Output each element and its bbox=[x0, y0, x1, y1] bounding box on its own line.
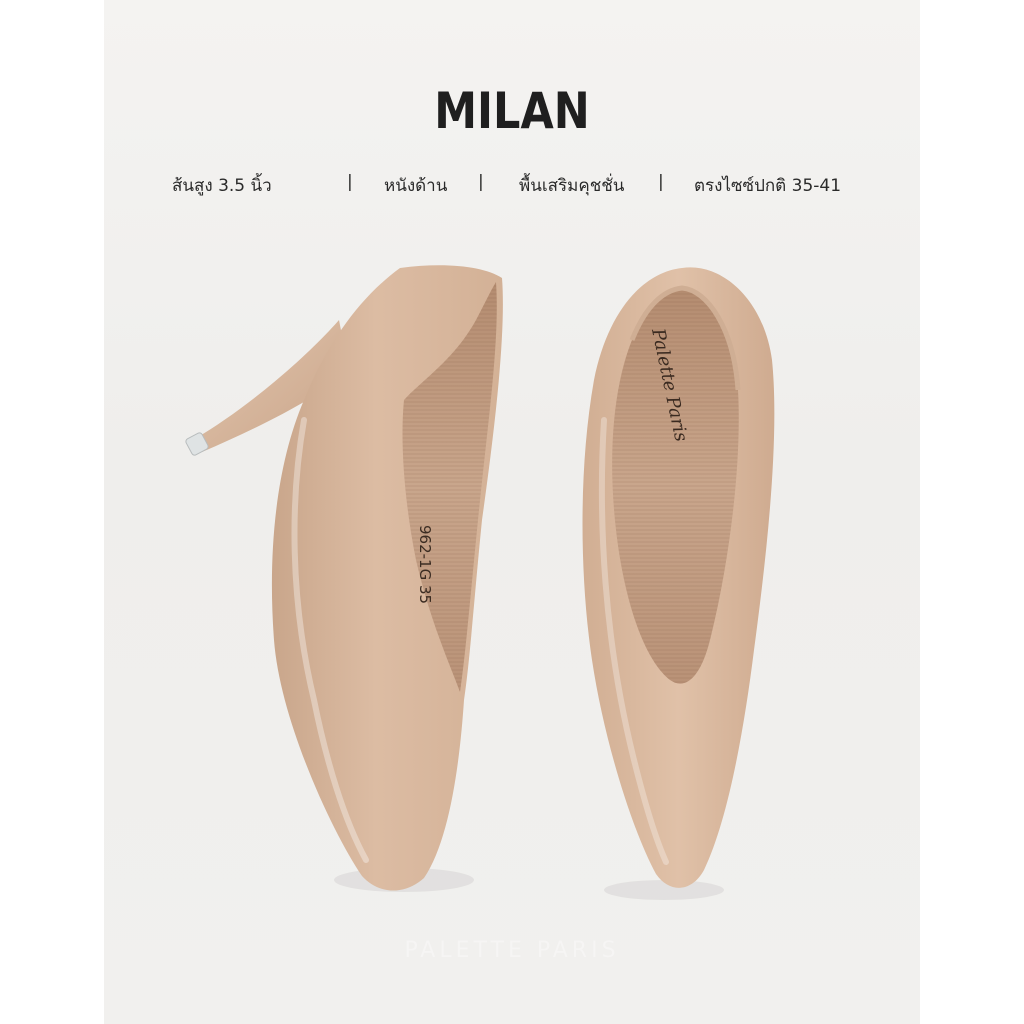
brand-watermark: PALETTE PARIS bbox=[404, 938, 620, 963]
page: MILAN ส้นสูง 3.5 นิ้ว | หนังด้าน | พื้นเ… bbox=[0, 0, 1024, 1024]
product-photo-card: MILAN ส้นสูง 3.5 นิ้ว | หนังด้าน | พื้นเ… bbox=[104, 0, 920, 1024]
right-shoe-shadow bbox=[604, 880, 724, 900]
shoes-illustration: 962-1G 35 Palette Paris bbox=[185, 265, 775, 900]
insole-print: 962-1G 35 bbox=[416, 525, 434, 604]
